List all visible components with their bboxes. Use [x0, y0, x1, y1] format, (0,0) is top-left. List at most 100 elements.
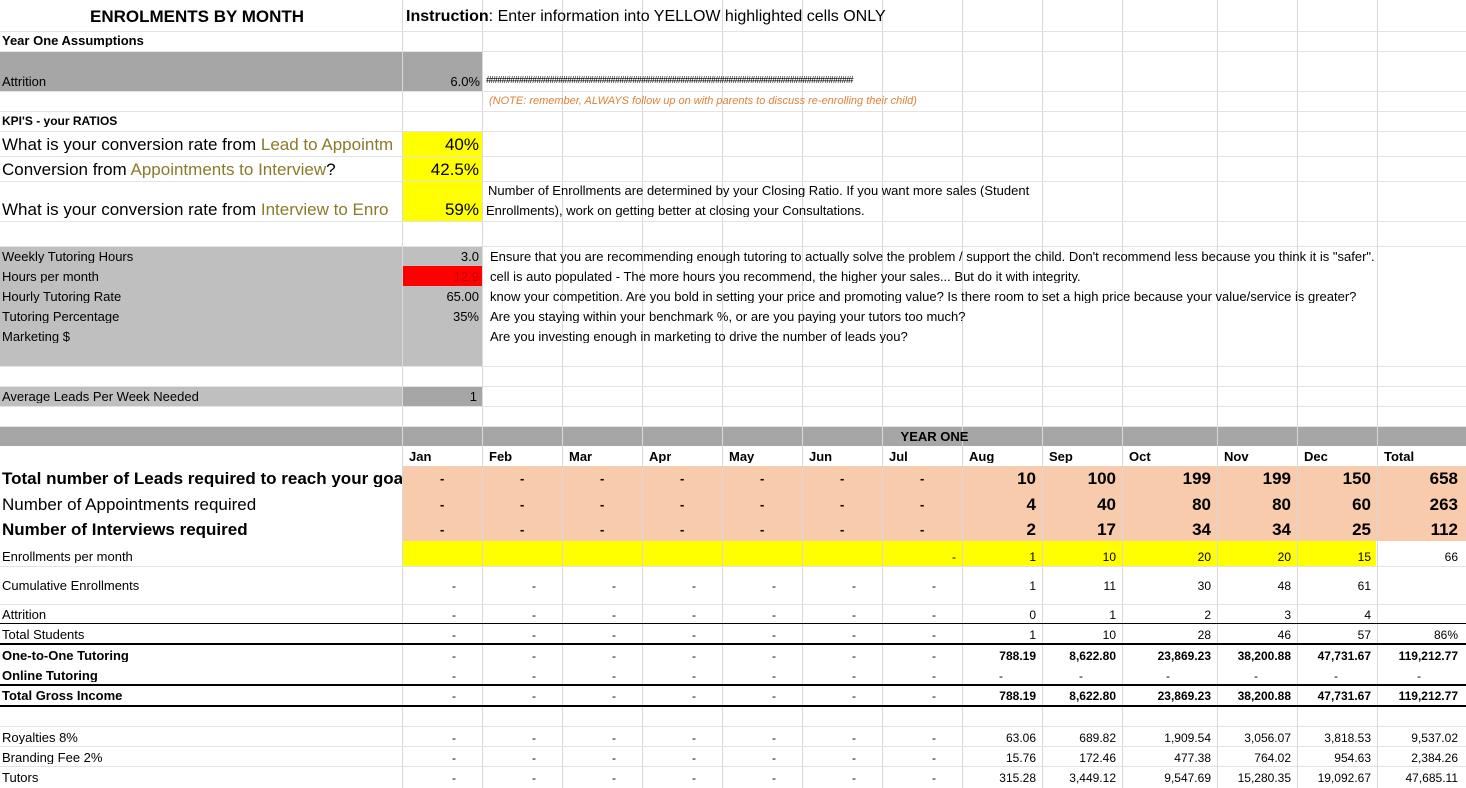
- table-cell: -: [452, 690, 456, 702]
- month-header-feb: Feb: [489, 450, 513, 463]
- table-cell: -: [452, 580, 456, 592]
- table-cell: -: [920, 498, 925, 511]
- enrollments-input-cell[interactable]: 1: [962, 551, 1036, 563]
- table-cell: -: [532, 690, 536, 702]
- hourly-tutoring-rate-input[interactable]: 65.00: [402, 290, 479, 303]
- month-header-jun: Jun: [809, 450, 833, 463]
- table-cell: -: [612, 580, 616, 592]
- table-cell: -: [772, 732, 776, 744]
- month-header-jul: Jul: [889, 450, 908, 463]
- kpi-interview-to-enrollment-input[interactable]: 59%: [402, 201, 479, 218]
- table-cell: -: [532, 580, 536, 592]
- table-cell: 954.63: [1334, 752, 1371, 764]
- table-cell: -: [852, 732, 856, 744]
- hours-per-month-cell[interactable]: 12.9: [402, 270, 479, 283]
- row-label: Tutors: [2, 771, 39, 784]
- inputs-gray-band: [0, 246, 482, 366]
- table-cell: 788.19: [999, 650, 1036, 662]
- table-cell: -: [772, 629, 776, 641]
- table-cell: 1: [1109, 609, 1116, 621]
- table-cell: -: [772, 772, 776, 784]
- row-label: Branding Fee 2%: [2, 751, 103, 764]
- month-header-sep: Sep: [1049, 450, 1073, 463]
- table-cell: 47,731.67: [1317, 690, 1371, 702]
- table-cell: -: [452, 629, 456, 641]
- table-cell: -: [1079, 670, 1083, 682]
- table-cell: 1: [1029, 580, 1036, 592]
- table-cell: -: [852, 772, 856, 784]
- enrollments-input-cell[interactable]: 15: [1297, 551, 1371, 563]
- enrollments-per-month-label: Enrollments per month: [2, 550, 133, 563]
- table-cell: 8,622.80: [1069, 690, 1116, 702]
- table-cell: 119,212.77: [1398, 690, 1458, 702]
- closing-note-line-1: Number of Enrollments are determined by …: [488, 184, 1030, 197]
- table-cell: 11: [1103, 580, 1116, 592]
- table-cell: -: [760, 498, 765, 511]
- table-cell: -: [612, 629, 616, 641]
- table-cell: -: [692, 772, 696, 784]
- month-header-may: May: [729, 450, 755, 463]
- table-cell: -: [612, 732, 616, 744]
- enrollments-input-cell[interactable]: 20: [1122, 551, 1211, 563]
- enrollments-input-cell[interactable]: 20: [1217, 551, 1291, 563]
- table-cell: -: [852, 609, 856, 621]
- table-cell: 788.19: [999, 690, 1036, 702]
- table-cell: 23,869.23: [1157, 690, 1211, 702]
- table-cell: 15.76: [1005, 752, 1036, 764]
- table-cell: -: [612, 670, 616, 682]
- table-cell: -: [852, 752, 856, 764]
- table-cell: -: [760, 472, 765, 485]
- one-to-one-top-border: [0, 643, 1466, 645]
- table-cell: -: [600, 523, 605, 536]
- table-cell: -: [532, 650, 536, 662]
- table-cell: 150: [1342, 470, 1371, 487]
- instruction-label: Instruction: [406, 9, 489, 25]
- table-cell: 10: [1102, 629, 1116, 641]
- row-label: Total Gross Income: [2, 689, 123, 702]
- avg-leads-value: 1: [469, 390, 477, 403]
- table-cell: -: [1417, 670, 1421, 682]
- kpi-lead-to-appointment-input[interactable]: 40%: [402, 136, 479, 153]
- month-header-mar: Mar: [569, 450, 593, 463]
- enrollments-input-cell[interactable]: 10: [1042, 551, 1116, 563]
- table-cell: 3,449.12: [1069, 772, 1116, 784]
- tutoring-percentage-input[interactable]: 35%: [402, 310, 479, 323]
- table-cell: 199: [1182, 470, 1211, 487]
- table-cell: -: [920, 523, 925, 536]
- row-label: Royalties 8%: [2, 731, 78, 744]
- table-cell: -: [932, 732, 936, 744]
- table-cell: -: [932, 629, 936, 641]
- table-cell: 315.28: [999, 772, 1036, 784]
- table-cell: 63.06: [1005, 732, 1036, 744]
- table-cell: 23,869.23: [1157, 650, 1211, 662]
- table-cell: 86%: [1433, 629, 1458, 641]
- table-cell: -: [440, 523, 445, 536]
- kpi-appointments-to-interview-label: Conversion from Appointments to Intervie…: [2, 161, 336, 178]
- year-one-heading: YEAR ONE: [900, 430, 969, 443]
- row-label: One-to-One Tutoring: [2, 649, 129, 662]
- row-label: Attrition: [2, 608, 47, 621]
- table-cell: -: [1166, 670, 1170, 682]
- enrollments-input-cell: 66: [1444, 551, 1458, 563]
- kpi-appointments-to-interview-input[interactable]: 42.5%: [402, 161, 479, 178]
- table-cell: -: [452, 732, 456, 744]
- table-cell: -: [612, 609, 616, 621]
- table-cell: -: [680, 523, 685, 536]
- attrition-value-cell[interactable]: 6.0%: [402, 75, 480, 88]
- table-cell: -: [932, 580, 936, 592]
- table-cell: 3: [1284, 609, 1291, 621]
- table-cell: -: [772, 650, 776, 662]
- tutoring-percentage-label: Tutoring Percentage: [2, 310, 120, 323]
- marketing-label: Marketing $: [2, 330, 70, 343]
- row-label: Cumulative Enrollments: [2, 579, 140, 592]
- table-cell: -: [692, 650, 696, 662]
- enrollments-input-cell[interactable]: -: [882, 551, 956, 563]
- month-header-total: Total: [1384, 450, 1415, 463]
- table-cell: 80: [1272, 496, 1291, 513]
- table-cell: 30: [1197, 580, 1211, 592]
- weekly-tutoring-hours-input[interactable]: 3.0: [402, 250, 479, 263]
- table-cell: 764.02: [1254, 752, 1291, 764]
- table-cell: -: [932, 752, 936, 764]
- table-cell: 47,731.67: [1317, 650, 1371, 662]
- row-label: Online Tutoring: [2, 669, 98, 682]
